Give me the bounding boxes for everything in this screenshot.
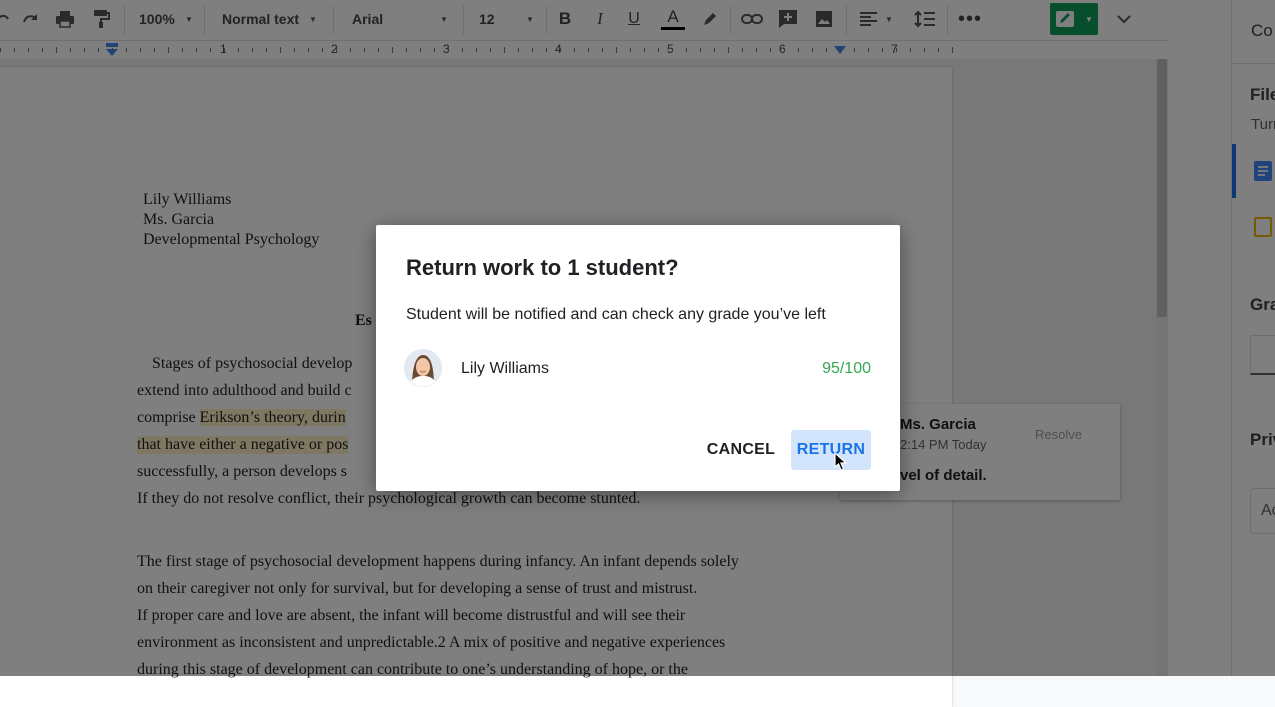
dialog-description: Student will be notified and can check a…	[406, 306, 826, 323]
mouse-cursor-icon	[834, 452, 848, 471]
cancel-button[interactable]: CANCEL	[696, 431, 786, 469]
return-work-dialog: Return work to 1 student? Student will b…	[376, 225, 900, 491]
student-name: Lily Williams	[461, 360, 549, 377]
student-avatar	[404, 349, 442, 387]
return-button[interactable]: RETURN	[791, 430, 871, 470]
dialog-title: Return work to 1 student?	[406, 255, 679, 280]
student-grade: 95/100	[822, 360, 871, 377]
